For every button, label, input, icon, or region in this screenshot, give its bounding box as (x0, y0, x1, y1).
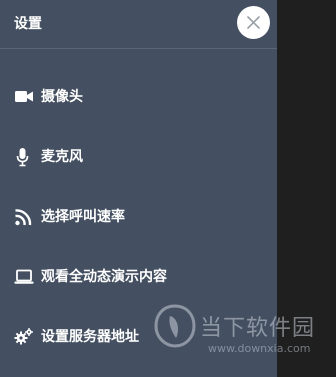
microphone-icon (16, 148, 29, 167)
watermark: 当下软件园 www.downxia.com (152, 302, 336, 377)
video-camera-icon (15, 91, 33, 102)
close-icon (247, 16, 260, 29)
screen: 设置 摄像头 麦克风 选择呼叫速率 观看全动态演示内容 设置服务器地址 当下软件… (0, 0, 336, 377)
menu-item-presentation[interactable]: 观看全动态演示内容 (0, 257, 277, 297)
watermark-name: 当下软件园 (200, 316, 316, 341)
panel-title: 设置 (14, 16, 42, 32)
menu-item-label: 选择呼叫速率 (41, 209, 125, 225)
watermark-url: www.downxia.com (208, 342, 311, 355)
close-button[interactable] (237, 6, 270, 39)
menu-item-label: 麦克风 (41, 149, 83, 165)
menu-item-call-rate[interactable]: 选择呼叫速率 (0, 197, 277, 237)
laptop-icon (14, 269, 34, 284)
panel-header: 设置 (0, 0, 277, 49)
menu-item-camera[interactable]: 摄像头 (0, 77, 277, 117)
menu-item-label: 摄像头 (41, 89, 83, 105)
menu-item-label: 观看全动态演示内容 (41, 269, 167, 285)
watermark-logo-icon (154, 304, 196, 348)
menu-item-microphone[interactable]: 麦克风 (0, 137, 277, 177)
menu-item-label: 设置服务器地址 (41, 329, 139, 345)
rss-icon (15, 209, 32, 226)
gears-icon (14, 328, 33, 345)
